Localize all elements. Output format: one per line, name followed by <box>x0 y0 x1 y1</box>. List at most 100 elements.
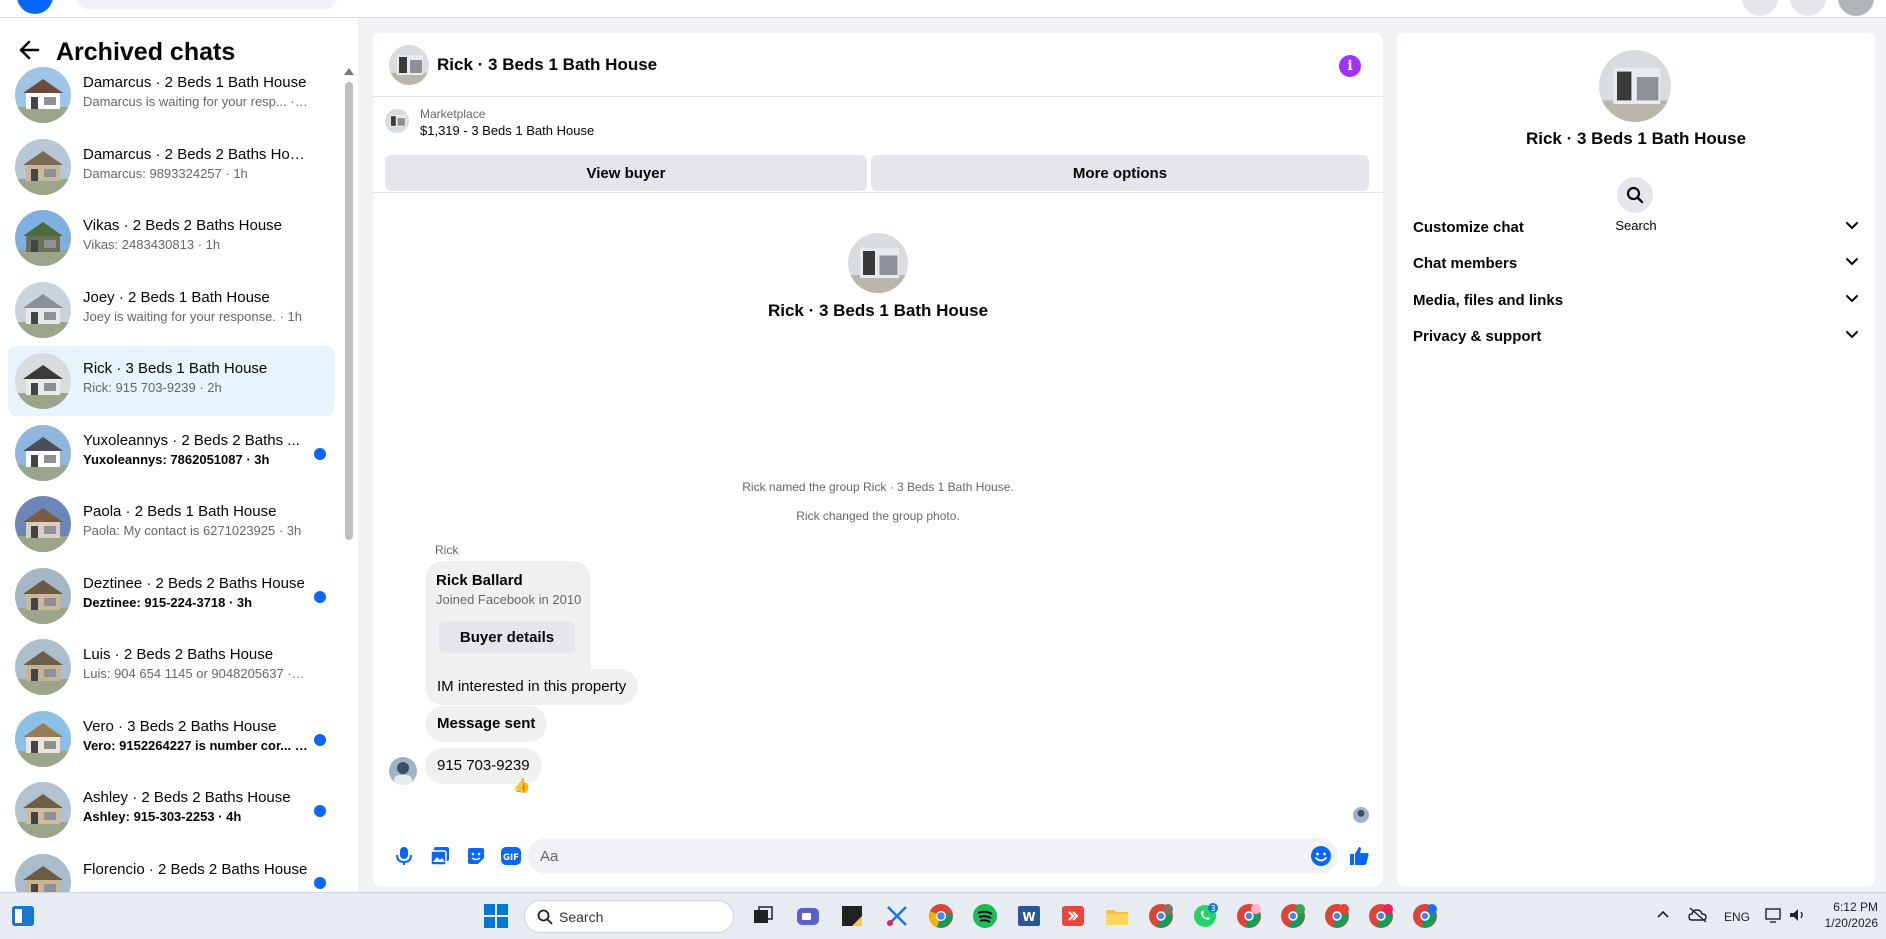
taskbar-search-label: Search <box>559 909 604 925</box>
info-icon[interactable]: i <box>1339 55 1361 77</box>
photo-icon[interactable] <box>429 845 451 867</box>
details-section-toggle[interactable]: Media, files and links <box>1405 280 1867 320</box>
svg-text:W: W <box>1022 910 1035 924</box>
chat-preview: Paola: My contact is 6271023925 · 3h <box>83 523 302 538</box>
network-icon[interactable] <box>1764 906 1784 939</box>
chat-info-panel: Rick · 3 Beds 1 Bath House Search Custom… <box>1397 33 1875 886</box>
unread-indicator <box>314 876 326 889</box>
chat-info-avatar[interactable] <box>1599 50 1671 122</box>
chrome-profile-icon[interactable] <box>1148 903 1174 929</box>
chat-thumbnail <box>15 210 71 266</box>
chrome-profile-icon[interactable] <box>1368 903 1394 929</box>
chat-thumbnail <box>15 567 71 624</box>
more-options-button[interactable]: More options <box>871 155 1369 191</box>
sticky-notes-icon[interactable] <box>839 903 865 929</box>
chevron-down-icon <box>1845 254 1859 273</box>
view-buyer-button[interactable]: View buyer <box>385 155 867 191</box>
chat-list-item[interactable]: Rick · 3 Beds 1 Bath House Rick: 915 703-… <box>8 346 334 416</box>
message-bubble[interactable]: IM interested in this property <box>425 669 639 705</box>
chevron-down-icon <box>1845 291 1859 310</box>
message-bubble[interactable]: Message sent <box>425 706 548 742</box>
windows-start-icon[interactable] <box>483 903 509 929</box>
chat-list-item[interactable]: Damarcus · 2 Beds 2 Baths House Damarcus:… <box>8 132 334 202</box>
chrome-profile-icon[interactable] <box>1280 903 1306 929</box>
microphone-icon[interactable] <box>393 845 415 867</box>
archived-chats-sidebar: Archived chats Damarcus · 2 Beds 1 Bath … <box>0 18 358 892</box>
facebook-search-input[interactable] <box>76 0 338 10</box>
language-indicator[interactable]: ENG <box>1724 910 1750 939</box>
file-explorer-icon[interactable] <box>1104 903 1130 929</box>
chat-thumbnail <box>15 639 71 695</box>
onedrive-offline-icon[interactable] <box>1688 906 1708 939</box>
clock[interactable]: 6:12 PM 1/20/2026 <box>1822 899 1878 939</box>
chat-preview: Vikas: 2483430813 · 1h <box>83 237 221 252</box>
chat-name: Ashley · 2 Beds 2 Baths House <box>83 789 291 806</box>
spotify-icon[interactable] <box>972 903 998 929</box>
chrome-profile-icon[interactable] <box>1412 903 1438 929</box>
thumbs-up-reaction-icon[interactable]: 👍 <box>513 777 530 794</box>
chat-preview: Joey is waiting for your response. · 1h <box>83 308 302 324</box>
chat-list-item[interactable]: Vero · 3 Beds 2 Baths House Vero: 9152264… <box>8 704 334 774</box>
marketplace-banner: Marketplace $1,319 - 3 Beds 1 Bath House… <box>373 97 1383 193</box>
chat-list-item[interactable]: Paola · 2 Beds 1 Bath House Paola: My con… <box>8 489 334 559</box>
details-section-toggle[interactable]: Chat members <box>1405 244 1867 284</box>
details-section-toggle[interactable]: Privacy & support <box>1405 317 1867 357</box>
marketplace-label: Marketplace <box>420 107 486 121</box>
chat-preview: Vero: 9152264227 is number cor... · 4h <box>83 737 308 753</box>
task-view-icon[interactable] <box>750 903 776 929</box>
unread-indicator <box>314 447 326 460</box>
notifications-button[interactable] <box>1790 0 1826 16</box>
whatsapp-badge: 3 <box>1210 904 1215 913</box>
profile-avatar[interactable] <box>1838 0 1874 16</box>
thumbs-up-send-icon[interactable] <box>1348 845 1370 867</box>
sidebar-scrollbar[interactable] <box>344 68 354 888</box>
snipping-tool-icon[interactable] <box>884 903 910 929</box>
whatsapp-icon[interactable]: 3 <box>1192 903 1218 929</box>
gif-icon[interactable]: GIF <box>500 845 522 867</box>
chat-name: Paola · 2 Beds 1 Bath House <box>83 503 277 520</box>
chat-preview: Ashley: 915-303-2253 · 4h <box>83 809 242 824</box>
word-icon[interactable]: W <box>1016 903 1042 929</box>
emoji-icon[interactable] <box>1310 845 1332 867</box>
menu-button[interactable] <box>1742 0 1778 16</box>
message-input[interactable] <box>528 838 1338 874</box>
anydesk-icon[interactable] <box>1060 903 1086 929</box>
conversation-title[interactable]: Rick · 3 Beds 1 Bath House <box>437 55 657 75</box>
chat-list-item[interactable]: Yuxoleannys · 2 Beds 2 Baths ... Yuxolean… <box>8 418 334 488</box>
clock-time: 6:12 PM <box>1833 900 1878 914</box>
listing-price-title[interactable]: $1,319 - 3 Beds 1 Bath House <box>420 123 594 138</box>
taskbar-search-input[interactable]: Search <box>524 900 734 933</box>
chat-info-name: Rick · 3 Beds 1 Bath House <box>1525 129 1747 148</box>
section-label: Customize chat <box>1413 218 1524 236</box>
chrome-profile-icon[interactable] <box>1324 903 1350 929</box>
chat-list-item[interactable]: Joey · 2 Beds 1 Bath House Joey is waitin… <box>8 275 334 345</box>
conversation-avatar[interactable] <box>389 45 429 85</box>
chat-thumbnail <box>15 782 71 838</box>
volume-icon[interactable] <box>1788 906 1808 939</box>
system-message: Rick named the group Rick · 3 Beds 1 Bat… <box>742 480 1014 494</box>
widgets-icon[interactable] <box>10 903 36 929</box>
scrollbar-thumb[interactable] <box>345 82 353 540</box>
meet-icon[interactable] <box>795 903 821 929</box>
chat-list-item[interactable]: Vikas · 2 Beds 2 Baths House Vikas: 24834… <box>8 203 334 273</box>
chat-name: Vikas · 2 Beds 2 Baths House <box>83 217 282 234</box>
chat-name: Yuxoleannys · 2 Beds 2 Baths ... <box>83 431 300 449</box>
chat-name: Luis · 2 Beds 2 Baths House <box>83 646 274 663</box>
sticker-icon[interactable] <box>465 845 487 867</box>
buyer-details-button[interactable]: Buyer details <box>439 621 575 653</box>
buyer-joined-date: Joined Facebook in 2010 <box>436 592 582 607</box>
chat-list-item[interactable]: Luis · 2 Beds 2 Baths House Luis: 904 654… <box>8 632 334 702</box>
show-hidden-icons-chevron-icon[interactable] <box>1656 907 1670 939</box>
details-section-toggle[interactable]: Customize chat <box>1405 207 1867 247</box>
chat-list-item[interactable]: Ashley · 2 Beds 2 Baths House Ashley: 915… <box>8 775 334 845</box>
chat-list-item[interactable]: Florencio · 2 Beds 2 Baths House <box>8 847 334 892</box>
section-label: Privacy & support <box>1413 328 1542 345</box>
listing-thumbnail[interactable] <box>385 109 409 133</box>
chat-list-item[interactable]: Damarcus · 2 Beds 1 Bath House Damarcus i… <box>8 60 334 130</box>
chrome-icon[interactable] <box>928 903 954 929</box>
sender-avatar[interactable] <box>389 757 417 785</box>
chrome-profile-icon[interactable] <box>1236 903 1262 929</box>
scroll-up-arrow-icon[interactable] <box>344 68 354 75</box>
facebook-logo[interactable] <box>17 0 53 14</box>
chat-list-item[interactable]: Deztinee · 2 Beds 2 Baths House Deztinee:… <box>8 561 334 631</box>
